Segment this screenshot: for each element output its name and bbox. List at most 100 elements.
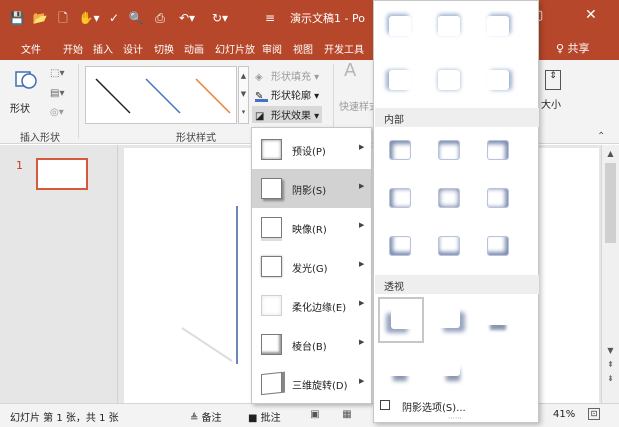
shadow-preset-inner-2[interactable] bbox=[429, 131, 469, 171]
undo-icon[interactable]: ↶▾ bbox=[176, 10, 198, 26]
style-swatch-2[interactable] bbox=[140, 71, 184, 119]
vertical-scrollbar[interactable]: ▲ ▼ ⇞ ⇟ bbox=[601, 145, 619, 403]
slide-sorter-icon[interactable]: ▦ bbox=[340, 409, 354, 421]
comments-button[interactable]: ■ 批注 bbox=[248, 409, 281, 424]
tab-insert[interactable]: 插入 bbox=[93, 41, 113, 56]
tab-slideshow[interactable]: 幻灯片放 bbox=[215, 41, 255, 56]
shadow-preset-inner-7[interactable] bbox=[380, 227, 420, 267]
window-title: 演示文稿1 - Po bbox=[290, 12, 365, 25]
menu-item-shadow[interactable]: 阴影(S) ▶ bbox=[252, 169, 371, 208]
tab-home[interactable]: 开始 bbox=[63, 41, 83, 56]
fit-slide-icon[interactable]: ⊡ bbox=[588, 408, 600, 420]
text-box-icon[interactable]: ▤▾ bbox=[50, 88, 64, 99]
shadow-preset-perspective-4[interactable] bbox=[380, 347, 420, 387]
customize-icon[interactable]: ≡ bbox=[262, 10, 278, 26]
size-button[interactable]: 大小 bbox=[541, 96, 561, 111]
submenu-arrow-icon: ▶ bbox=[359, 182, 365, 190]
prev-slide-icon[interactable]: ⇞ bbox=[605, 359, 616, 370]
shadow-preset-inner-4[interactable] bbox=[380, 179, 420, 219]
next-slide-icon[interactable]: ⇟ bbox=[605, 373, 616, 384]
shadow-preset-inner-1[interactable] bbox=[380, 131, 420, 171]
shadow-preset-perspective-2[interactable] bbox=[429, 299, 469, 339]
shadow-preset-outer-6[interactable] bbox=[478, 61, 518, 101]
collapse-ribbon-icon[interactable]: ⌃ bbox=[597, 131, 605, 142]
shapes-label: 形状 bbox=[10, 104, 30, 115]
size-icon: ⇕ bbox=[545, 70, 561, 90]
shadow-options-link[interactable]: 阴影选项(S)... bbox=[402, 399, 466, 414]
shadow-preset-inner-8[interactable] bbox=[429, 227, 469, 267]
shape-outline-button[interactable]: ✎ 形状轮廓 ▾ bbox=[255, 87, 319, 102]
submenu-arrow-icon: ▶ bbox=[359, 143, 365, 151]
outline-icon: ✎ bbox=[255, 91, 268, 102]
shape-styles-group-label: 形状样式 bbox=[176, 133, 216, 144]
tab-file[interactable]: 文件 bbox=[21, 41, 41, 56]
edit-shape-icon[interactable]: ⬚▾ bbox=[50, 68, 64, 79]
shadow-options-icon bbox=[380, 400, 390, 410]
slide-thumbnail[interactable] bbox=[36, 158, 88, 190]
touch-mode-icon[interactable]: ✋▾ bbox=[78, 10, 100, 26]
shadow-preset-outer-3[interactable] bbox=[478, 7, 518, 47]
submenu-arrow-icon: ▶ bbox=[359, 260, 365, 268]
menu-item-reflection[interactable]: 映像(R) ▶ bbox=[252, 208, 371, 247]
tab-design[interactable]: 设计 bbox=[123, 41, 143, 56]
perspective-shadow-header: 透视 bbox=[375, 275, 539, 294]
submenu-arrow-icon: ▶ bbox=[359, 221, 365, 229]
tab-transitions[interactable]: 切换 bbox=[154, 41, 174, 56]
shadow-preset-inner-6[interactable] bbox=[478, 179, 518, 219]
scroll-thumb[interactable] bbox=[605, 163, 616, 243]
shape-style-gallery bbox=[85, 66, 237, 124]
menu-item-3d-rotation[interactable]: 三维旋转(D) ▶ bbox=[252, 364, 371, 403]
share-button[interactable]: ♀ 共享 bbox=[556, 40, 590, 56]
menu-item-soft-edges[interactable]: 柔化边缘(E) ▶ bbox=[252, 286, 371, 325]
redo-icon[interactable]: ↻▾ bbox=[209, 10, 231, 26]
shape-effects-button[interactable]: ◪ 形状效果 ▾ bbox=[252, 106, 323, 123]
preview-icon[interactable]: 🔍 bbox=[128, 10, 144, 26]
normal-view-icon[interactable]: ▣ bbox=[308, 409, 322, 421]
inner-shadow-header: 内部 bbox=[375, 108, 539, 127]
spelling-icon[interactable]: ✓ bbox=[106, 10, 122, 26]
save-icon[interactable]: 💾 bbox=[9, 10, 25, 26]
reflection-icon bbox=[261, 217, 282, 238]
scroll-down-icon[interactable]: ▼ bbox=[605, 345, 616, 356]
shadow-preset-outer-2[interactable] bbox=[429, 7, 469, 47]
shapes-button[interactable]: 形状 bbox=[8, 64, 48, 118]
shape-fill-button[interactable]: ◈ 形状填充 ▾ bbox=[255, 68, 319, 84]
style-swatch-3[interactable] bbox=[190, 71, 234, 119]
menu-item-glow[interactable]: 发光(G) ▶ bbox=[252, 247, 371, 286]
shadow-preset-inner-5[interactable] bbox=[429, 179, 469, 219]
shadow-preset-perspective-3[interactable] bbox=[478, 299, 518, 339]
merge-shapes-icon[interactable]: ◎▾ bbox=[50, 107, 64, 118]
open-icon[interactable]: 📂 bbox=[32, 10, 48, 26]
tab-view[interactable]: 视图 bbox=[293, 41, 313, 56]
shapes-icon bbox=[15, 71, 37, 89]
insert-shapes-group-label: 插入形状 bbox=[20, 133, 60, 144]
new-icon[interactable]: 🗋 bbox=[55, 10, 71, 26]
print-preview-icon[interactable]: ⎙ bbox=[152, 10, 168, 26]
shadow-preset-perspective-1[interactable] bbox=[378, 297, 424, 343]
preset-icon bbox=[261, 139, 282, 160]
gallery-scroll[interactable]: ▲ ▼ ▾ bbox=[238, 66, 249, 124]
fill-icon: ◈ bbox=[255, 71, 263, 83]
tab-animations[interactable]: 动画 bbox=[184, 41, 204, 56]
submenu-arrow-icon: ▶ bbox=[359, 377, 365, 385]
shadow-preset-inner-9[interactable] bbox=[478, 227, 518, 267]
zoom-level[interactable]: 41% bbox=[553, 409, 575, 420]
notes-button[interactable]: ≜ 备注 bbox=[190, 409, 222, 424]
tab-review[interactable]: 审阅 bbox=[262, 41, 282, 56]
quick-styles-icon: A bbox=[344, 60, 357, 81]
shadow-preset-outer-5[interactable] bbox=[429, 61, 469, 101]
bevel-icon bbox=[261, 334, 282, 355]
slide-number: 1 bbox=[16, 159, 23, 172]
group-divider bbox=[78, 64, 79, 138]
shadow-preset-outer-4[interactable] bbox=[380, 61, 420, 101]
menu-item-preset[interactable]: 预设(P) ▶ bbox=[252, 130, 371, 169]
close-button[interactable]: ✕ bbox=[585, 7, 597, 23]
tab-developer[interactable]: 开发工具 bbox=[324, 41, 364, 56]
scroll-up-icon[interactable]: ▲ bbox=[605, 148, 616, 159]
menu-item-bevel[interactable]: 棱台(B) ▶ bbox=[252, 325, 371, 364]
style-swatch-1[interactable] bbox=[90, 71, 134, 119]
shadow-preset-inner-3[interactable] bbox=[478, 131, 518, 171]
shadow-preset-outer-1[interactable] bbox=[380, 7, 420, 47]
effects-icon: ◪ bbox=[255, 110, 265, 122]
shadow-preset-perspective-5[interactable] bbox=[429, 347, 469, 387]
